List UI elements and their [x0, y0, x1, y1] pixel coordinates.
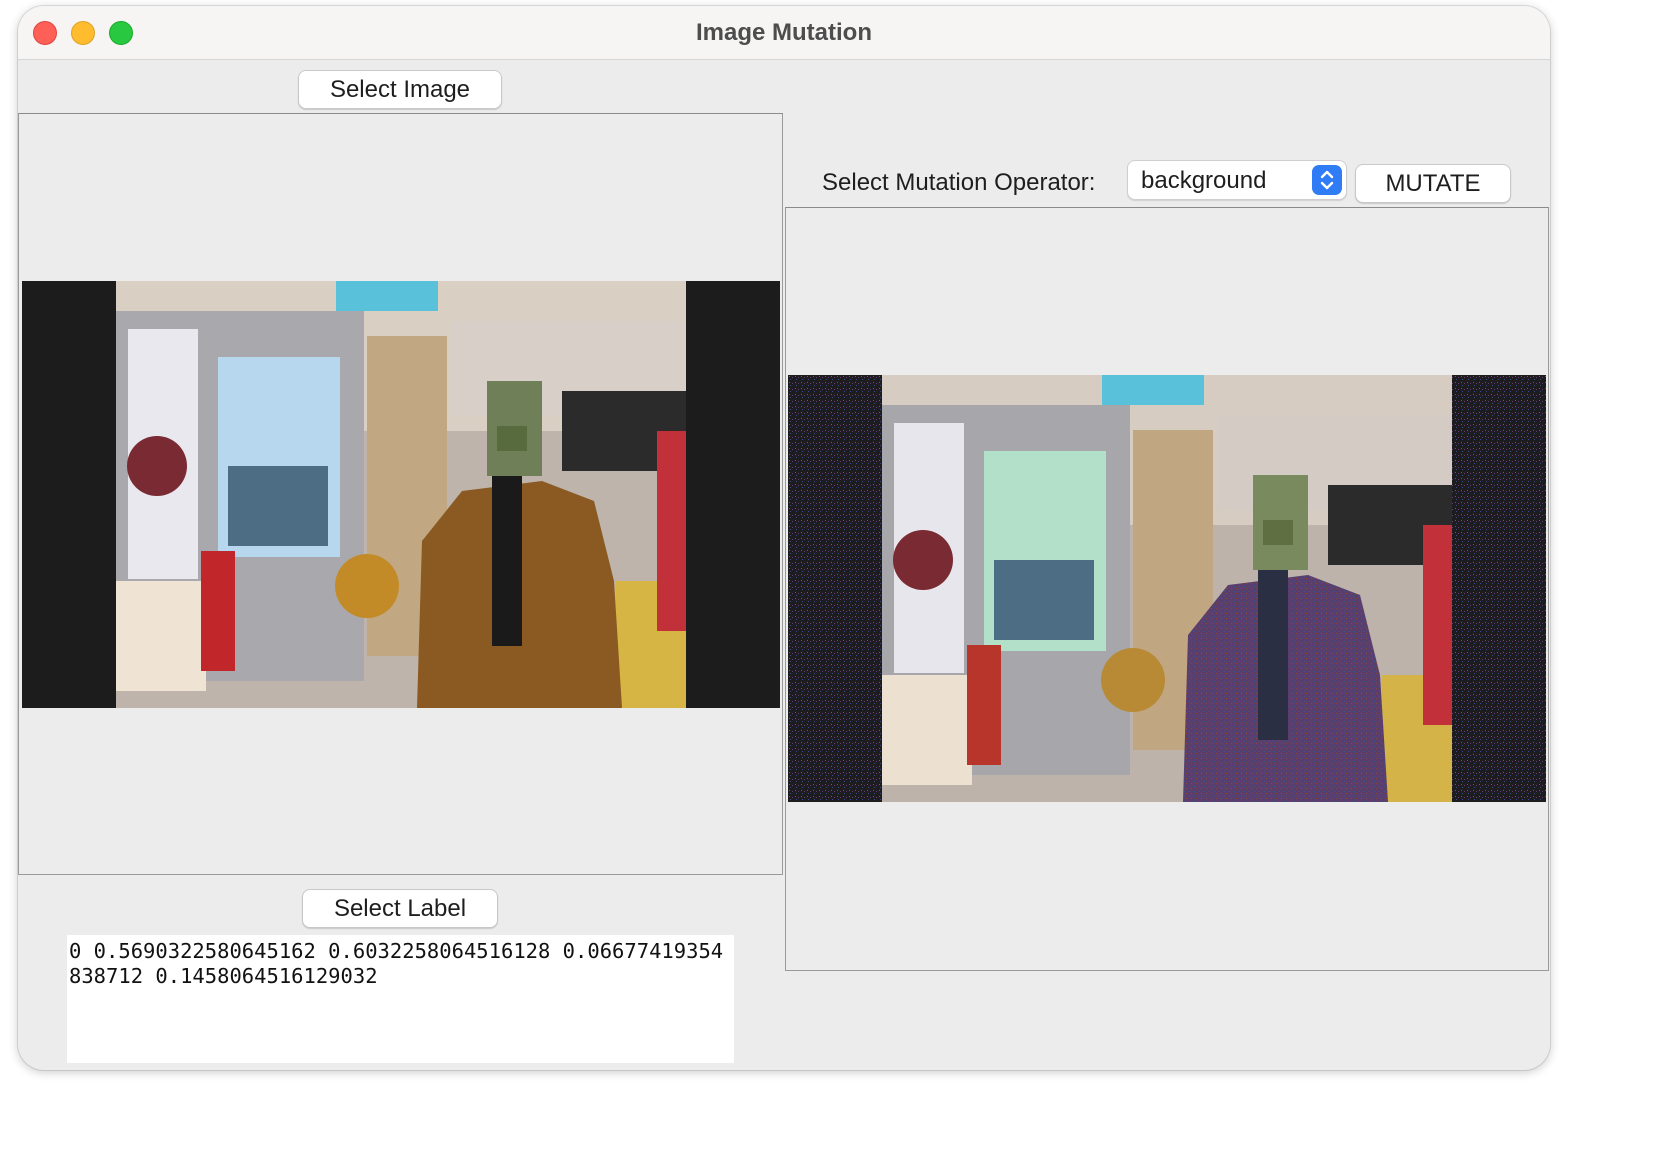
- app-window: Image Mutation Select Image Select Label…: [18, 6, 1550, 1070]
- mutation-operator-value: background: [1141, 167, 1267, 194]
- select-image-button[interactable]: Select Image: [298, 70, 502, 109]
- original-photo-graphic: [22, 281, 780, 708]
- mutate-button[interactable]: MUTATE: [1355, 164, 1511, 203]
- title-bar: Image Mutation: [18, 6, 1550, 60]
- mutation-operator-select[interactable]: background: [1127, 160, 1347, 200]
- mutated-image-panel: [785, 207, 1549, 971]
- mutation-operator-label: Select Mutation Operator:: [822, 169, 1096, 196]
- select-label-button[interactable]: Select Label: [302, 889, 498, 928]
- label-text-area[interactable]: 0 0.5690322580645162 0.6032258064516128 …: [67, 935, 734, 1063]
- mutated-image: [788, 375, 1546, 802]
- window-title: Image Mutation: [695, 19, 872, 46]
- original-image: [22, 281, 780, 708]
- mutated-photo-graphic: [788, 375, 1546, 802]
- original-image-panel: [18, 113, 783, 875]
- chevron-up-down-icon: [1312, 165, 1342, 195]
